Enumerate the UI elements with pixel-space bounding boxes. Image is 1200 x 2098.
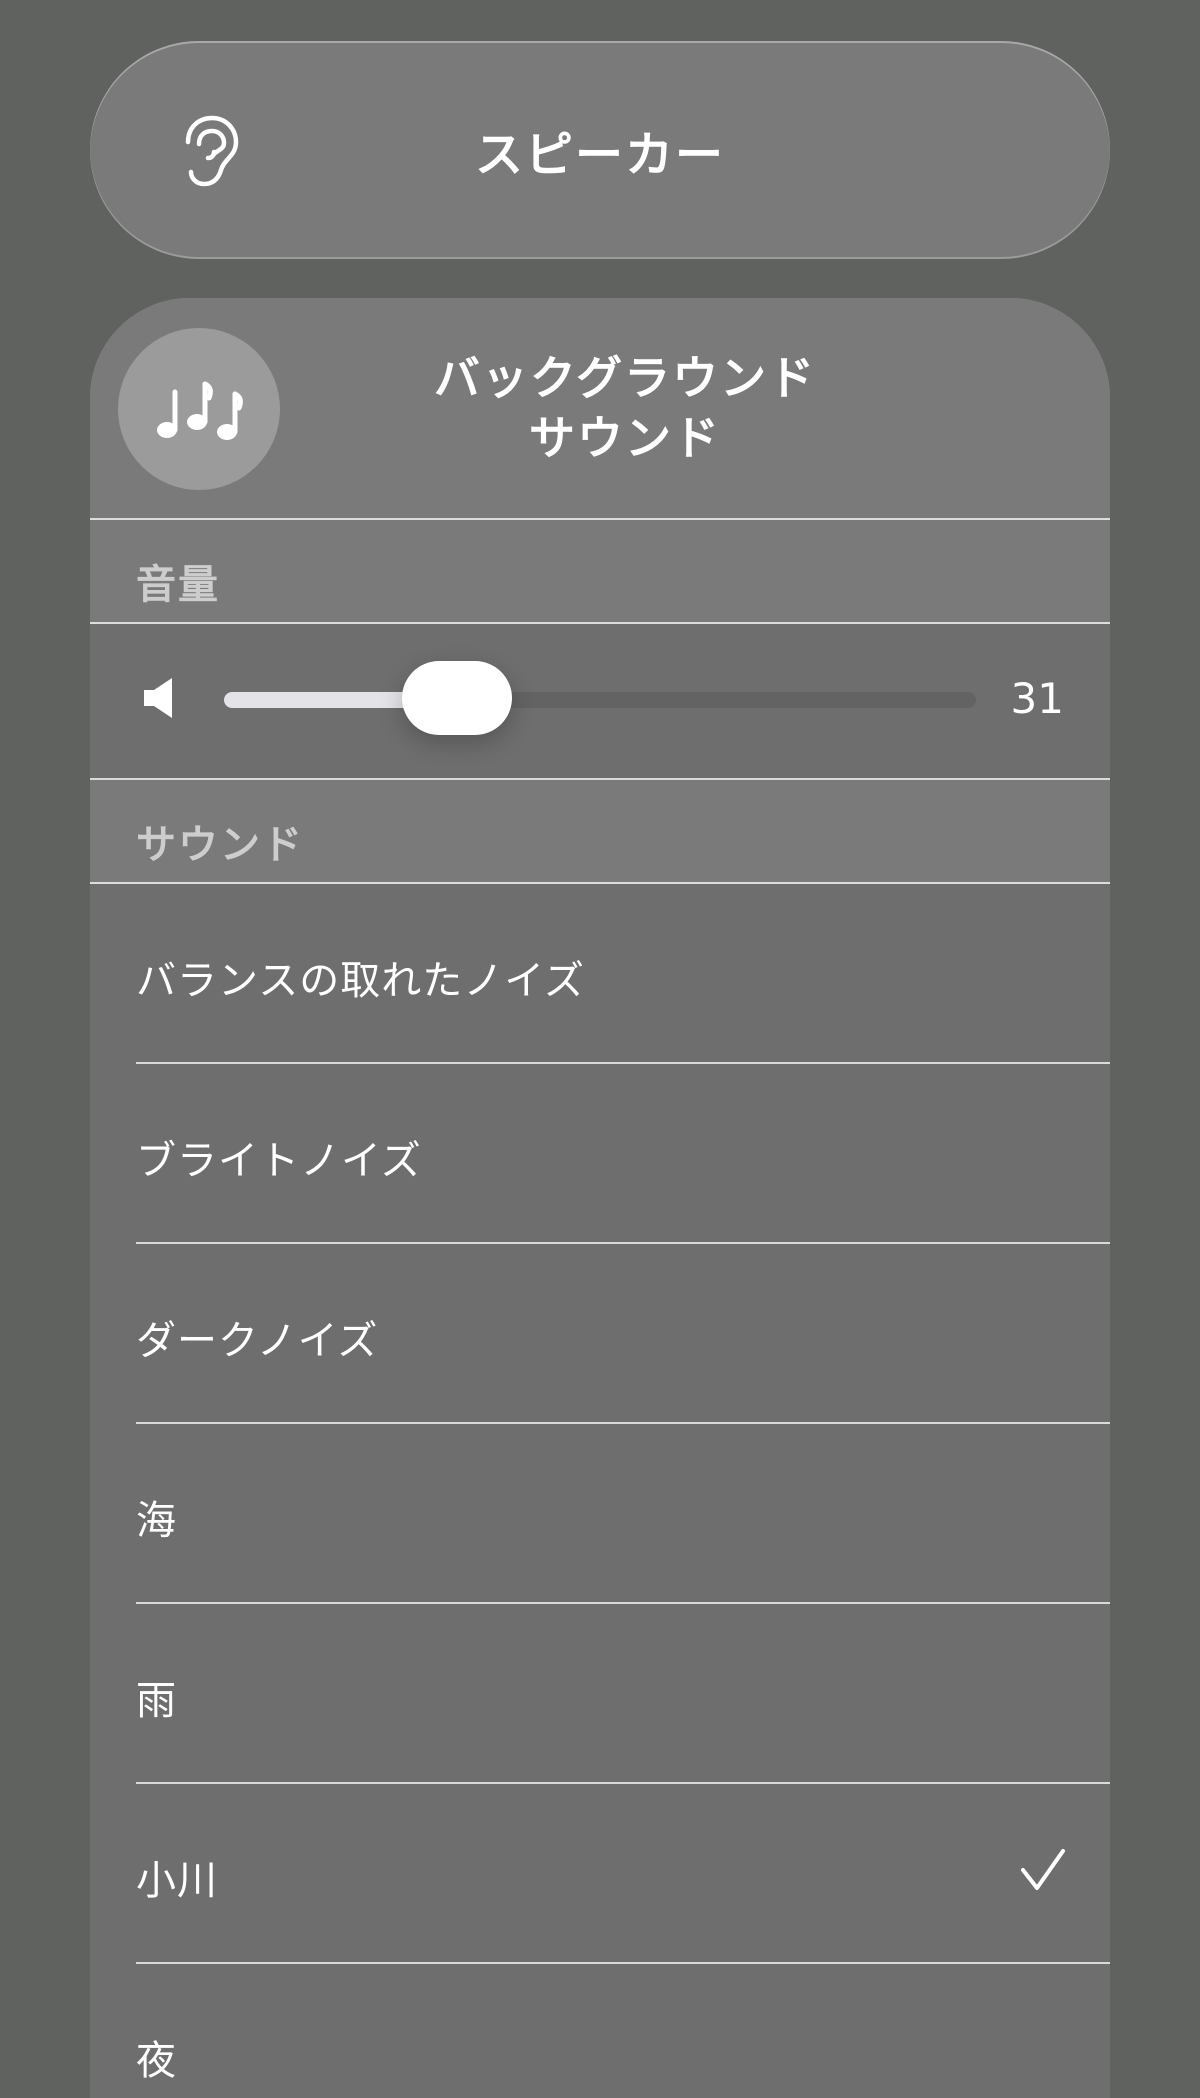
sound-list: バランスの取れたノイズ ブライトノイズ ダークノイズ 海 雨 小川 夜 <box>90 884 1110 2098</box>
volume-section-header: 音量 <box>90 520 1110 624</box>
sound-item-ocean[interactable]: 海 <box>90 1424 1110 1604</box>
speaker-title: スピーカー <box>474 127 725 183</box>
sound-item-label: ダークノイズ <box>136 1318 379 1364</box>
card-title-line1: バックグラウンド <box>433 351 817 405</box>
speaker-button[interactable]: スピーカー <box>90 41 1110 259</box>
sound-section-header: サウンド <box>90 780 1110 884</box>
sound-item-bright-noise[interactable]: ブライトノイズ <box>90 1064 1110 1244</box>
sound-item-label: 雨 <box>136 1678 177 1724</box>
volume-row: 31 <box>90 624 1110 780</box>
ear-icon <box>185 115 239 187</box>
music-notes-icon <box>157 381 243 440</box>
volume-slider-thumb[interactable] <box>402 661 513 735</box>
sound-item-label: バランスの取れたノイズ <box>136 958 585 1004</box>
card-header: バックグラウンド サウンド <box>90 298 1110 520</box>
card-title-line2: サウンド <box>529 411 721 465</box>
sound-item-label: 海 <box>136 1498 177 1544</box>
sound-item-label: 小川 <box>136 1858 218 1904</box>
sound-item-rain[interactable]: 雨 <box>90 1604 1110 1784</box>
volume-section-label: 音量 <box>136 562 220 608</box>
card-title: バックグラウンド サウンド <box>300 348 950 468</box>
sound-item-night[interactable]: 夜 <box>90 1964 1110 2098</box>
volume-slider[interactable] <box>224 661 976 735</box>
sound-item-label: 夜 <box>136 2038 177 2084</box>
music-badge <box>118 328 280 490</box>
background-sound-card: バックグラウンド サウンド 音量 31 サウンド バランスの取れたノイズ ブライ… <box>90 298 1110 2098</box>
volume-value: 31 <box>1010 674 1064 723</box>
sound-item-balanced-noise[interactable]: バランスの取れたノイズ <box>90 884 1110 1064</box>
checkmark-icon <box>1021 1849 1065 1890</box>
sound-item-stream[interactable]: 小川 <box>90 1784 1110 1964</box>
sound-item-dark-noise[interactable]: ダークノイズ <box>90 1244 1110 1424</box>
speaker-icon <box>144 678 172 718</box>
sound-section-label: サウンド <box>136 822 304 868</box>
sound-item-label: ブライトノイズ <box>136 1138 422 1184</box>
